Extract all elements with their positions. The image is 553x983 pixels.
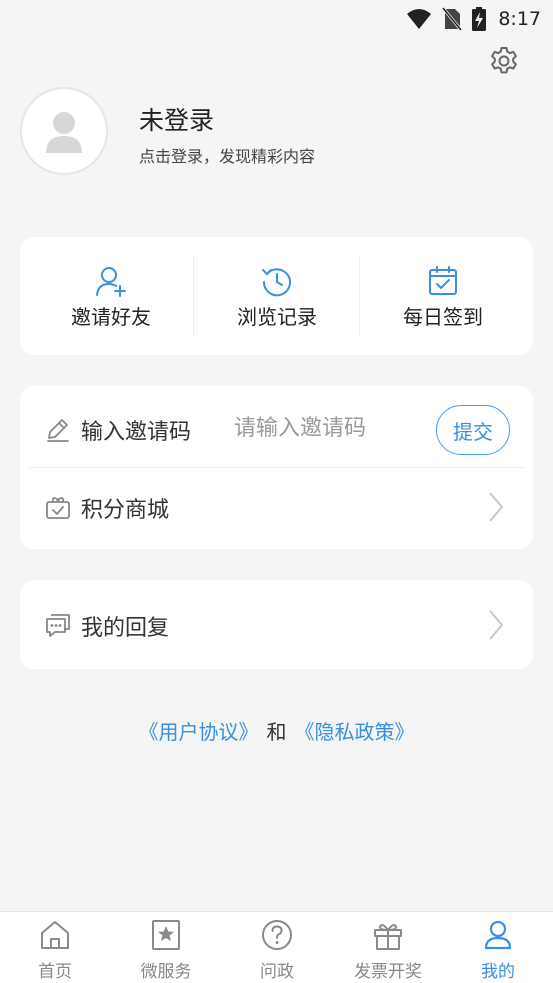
chevron-right-icon xyxy=(489,610,504,640)
tab-label: 问政 xyxy=(260,962,294,982)
quick-action-label: 浏览记录 xyxy=(237,305,317,329)
tab-label: 首页 xyxy=(38,962,72,982)
invite-friends-button[interactable]: 邀请好友 xyxy=(28,237,194,355)
gear-icon[interactable] xyxy=(488,45,520,77)
tab-label: 我的 xyxy=(481,962,515,982)
points-mall-row[interactable]: 积分商城 xyxy=(20,468,533,549)
my-replies-row[interactable]: 我的回复 xyxy=(20,580,533,669)
replies-card: 我的回复 xyxy=(20,580,533,669)
status-bar: 8:17 xyxy=(0,0,553,38)
tab-micro-services[interactable]: 微服务 xyxy=(111,912,221,983)
tab-home[interactable]: 首页 xyxy=(0,912,110,983)
tab-label: 发票开奖 xyxy=(354,962,422,982)
quick-action-label: 每日签到 xyxy=(403,305,483,329)
tab-label: 微服务 xyxy=(140,962,192,982)
tab-mine[interactable]: 我的 xyxy=(443,912,553,983)
points-mall-label: 积分商城 xyxy=(81,498,170,523)
profile-header[interactable]: 未登录 点击登录，发现精彩内容 xyxy=(20,87,520,177)
agreement-and-text: 和 xyxy=(266,720,287,744)
agreement-links: 《用户协议》和《隐私政策》 xyxy=(0,716,553,745)
wifi-icon xyxy=(407,9,432,29)
gift-bag-icon xyxy=(46,497,70,519)
tab-invoice-lottery[interactable]: 发票开奖 xyxy=(333,912,443,983)
no-sim-icon xyxy=(442,7,463,31)
tab-inquiry[interactable]: 问政 xyxy=(222,912,332,983)
chevron-right-icon xyxy=(489,492,504,522)
invite-code-row: 输入邀请码 提交 xyxy=(20,386,533,468)
privacy-policy-link[interactable]: 《隐私政策》 xyxy=(295,720,415,744)
invite-code-label: 输入邀请码 xyxy=(81,420,192,445)
chat-bubble-icon xyxy=(46,614,70,637)
gift-box-icon xyxy=(374,924,402,950)
status-icons: 8:17 xyxy=(406,6,541,32)
quick-actions-card: 邀请好友 浏览记录 每日签到 xyxy=(20,237,533,355)
my-replies-label: 我的回复 xyxy=(81,616,170,641)
submit-button[interactable]: 提交 xyxy=(436,405,510,455)
user-agreement-link[interactable]: 《用户协议》 xyxy=(139,720,259,744)
daily-checkin-button[interactable]: 每日签到 xyxy=(360,237,526,355)
menu-card: 输入邀请码 提交 积分商城 xyxy=(20,386,533,549)
history-icon xyxy=(262,268,291,297)
status-time: 8:17 xyxy=(498,8,541,30)
profile-name[interactable]: 未登录 xyxy=(139,101,214,137)
profile-subtitle[interactable]: 点击登录，发现精彩内容 xyxy=(139,143,315,167)
question-icon xyxy=(262,920,292,950)
battery-charging-icon xyxy=(472,7,487,31)
avatar[interactable] xyxy=(20,87,108,175)
add-user-icon xyxy=(96,267,126,297)
invite-code-input[interactable] xyxy=(234,408,424,448)
pencil-icon xyxy=(47,419,69,442)
star-bookmark-icon xyxy=(152,920,180,950)
browse-history-button[interactable]: 浏览记录 xyxy=(194,237,360,355)
default-avatar-icon xyxy=(46,112,82,153)
user-icon xyxy=(484,920,512,950)
home-icon xyxy=(41,921,69,949)
bottom-tab-bar: 首页 微服务 问政 发票开奖 我的 xyxy=(0,911,553,983)
quick-action-label: 邀请好友 xyxy=(71,305,151,329)
calendar-check-icon xyxy=(429,266,457,295)
